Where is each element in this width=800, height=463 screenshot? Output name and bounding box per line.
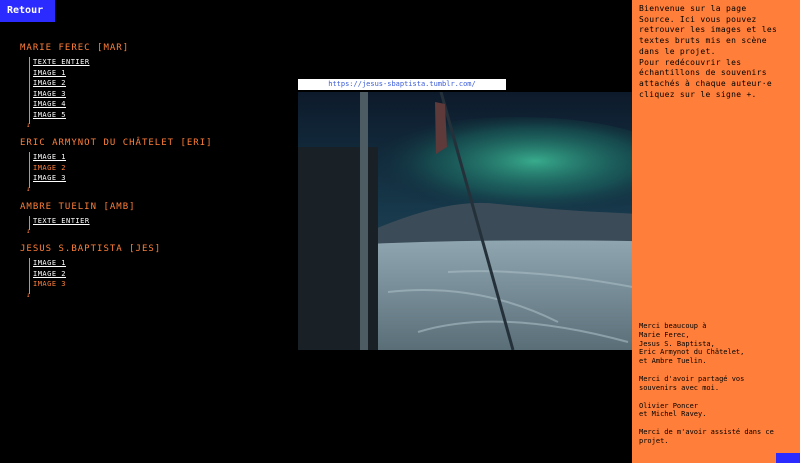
thanks-paragraph: Olivier Poncer et Michel Ravey. bbox=[639, 402, 796, 420]
source-link[interactable]: Image 3 bbox=[33, 89, 290, 100]
thanks-paragraph: Merci beaucoup à Marie Ferec, Jesus S. Bap… bbox=[639, 322, 796, 366]
arrow-down-icon: ↓ bbox=[26, 290, 31, 299]
source-link[interactable]: Image 1 bbox=[33, 258, 290, 269]
intro-line: attachés à chaque auteur·e bbox=[639, 78, 773, 88]
intro-line: textes bruts mis en scène bbox=[639, 36, 767, 46]
author-block: Marie Ferec [MAR] ↓ Texte entier Image 1 Ima… bbox=[20, 42, 290, 129]
source-link[interactable]: Image 3 bbox=[33, 279, 290, 290]
source-link[interactable]: Image 4 bbox=[33, 99, 290, 110]
source-link[interactable]: Image 3 bbox=[33, 173, 290, 184]
intro-line: Source. Ici vous pouvez bbox=[639, 14, 757, 24]
thanks-line: Marie Ferec, bbox=[639, 330, 690, 339]
author-items: ↓ Texte entier bbox=[26, 215, 290, 235]
source-link[interactable]: Texte entier bbox=[33, 57, 290, 68]
thanks-line: Merci de m'avoir assisté dans ce bbox=[639, 428, 774, 437]
intro-line: échantillons de souvenirs bbox=[639, 68, 767, 78]
sidebar-intro: Bienvenue sur la page Source. Ici vous po… bbox=[639, 4, 794, 100]
intro-line: dans le projet. bbox=[639, 46, 716, 56]
source-list: Marie Ferec [MAR] ↓ Texte entier Image 1 Ima… bbox=[20, 42, 290, 307]
source-link[interactable]: Texte entier bbox=[33, 216, 290, 227]
author-block: Ambre Tuelin [AMB] ↓ Texte entier bbox=[20, 201, 290, 235]
author-name[interactable]: Jesus S.Baptista [JES] bbox=[20, 243, 290, 255]
source-link[interactable]: Image 1 bbox=[33, 68, 290, 79]
tree-line bbox=[29, 258, 30, 294]
thanks-line: Eric Armynot du Châtelet, bbox=[639, 348, 745, 357]
source-link[interactable]: Image 2 bbox=[33, 78, 290, 89]
intro-line: Bienvenue sur la page bbox=[639, 4, 747, 13]
author-block: Eric Armynot du Châtelet [ERI] ↓ Image 1 Im… bbox=[20, 137, 290, 192]
thanks-line: Jesus S. Baptista, bbox=[639, 339, 715, 348]
thanks-line: projet. bbox=[639, 436, 669, 445]
source-image bbox=[298, 92, 686, 350]
sidebar-thanks: Merci beaucoup à Marie Ferec, Jesus S. Bap… bbox=[639, 322, 796, 455]
thanks-paragraph: Merci d'avoir partagé vos souvenirs avec … bbox=[639, 375, 796, 393]
source-link[interactable]: Image 2 bbox=[33, 163, 290, 174]
image-url[interactable]: https://jesus-sbaptista.tumblr.com/ bbox=[298, 79, 506, 90]
info-sidebar: Bienvenue sur la page Source. Ici vous po… bbox=[632, 0, 800, 463]
intro-line: Pour redécouvrir les bbox=[639, 57, 742, 67]
thanks-line: Olivier Poncer bbox=[639, 401, 699, 410]
thanks-line: et Michel Ravey. bbox=[639, 410, 707, 419]
author-items: ↓ Image 1 Image 2 Image 3 bbox=[26, 152, 290, 192]
arrow-down-icon: ↓ bbox=[26, 227, 31, 235]
author-items: ↓ Image 1 Image 2 Image 3 bbox=[26, 258, 290, 298]
source-link[interactable]: Image 2 bbox=[33, 269, 290, 280]
intro-line: retrouver les images et les bbox=[639, 25, 778, 35]
intro-line: cliquez sur le signe +. bbox=[639, 89, 757, 99]
author-block: Jesus S.Baptista [JES] ↓ Image 1 Image 2 Ima… bbox=[20, 243, 290, 298]
thanks-line: souvenirs avec moi. bbox=[639, 383, 720, 392]
author-name[interactable]: Marie Ferec [MAR] bbox=[20, 42, 290, 54]
arrow-down-icon: ↓ bbox=[26, 184, 31, 193]
back-button[interactable]: Retour bbox=[0, 0, 55, 22]
thanks-paragraph: Merci de m'avoir assisté dans ce projet. bbox=[639, 428, 796, 446]
plus-button[interactable] bbox=[776, 453, 800, 463]
tree-line bbox=[29, 152, 30, 188]
arrow-down-icon: ↓ bbox=[26, 121, 31, 129]
author-name[interactable]: Eric Armynot du Châtelet [ERI] bbox=[20, 137, 290, 149]
tree-line bbox=[29, 57, 30, 124]
author-items: ↓ Texte entier Image 1 Image 2 Image 3 Image … bbox=[26, 57, 290, 129]
source-link[interactable]: Image 5 bbox=[33, 110, 290, 121]
source-link[interactable]: Image 1 bbox=[33, 152, 290, 163]
author-name[interactable]: Ambre Tuelin [AMB] bbox=[20, 201, 290, 213]
thanks-line: Merci d'avoir partagé vos bbox=[639, 374, 745, 383]
thanks-line: et Ambre Tuelin. bbox=[639, 357, 707, 366]
aurora-photo bbox=[298, 92, 686, 350]
thanks-line: Merci beaucoup à bbox=[639, 322, 707, 330]
